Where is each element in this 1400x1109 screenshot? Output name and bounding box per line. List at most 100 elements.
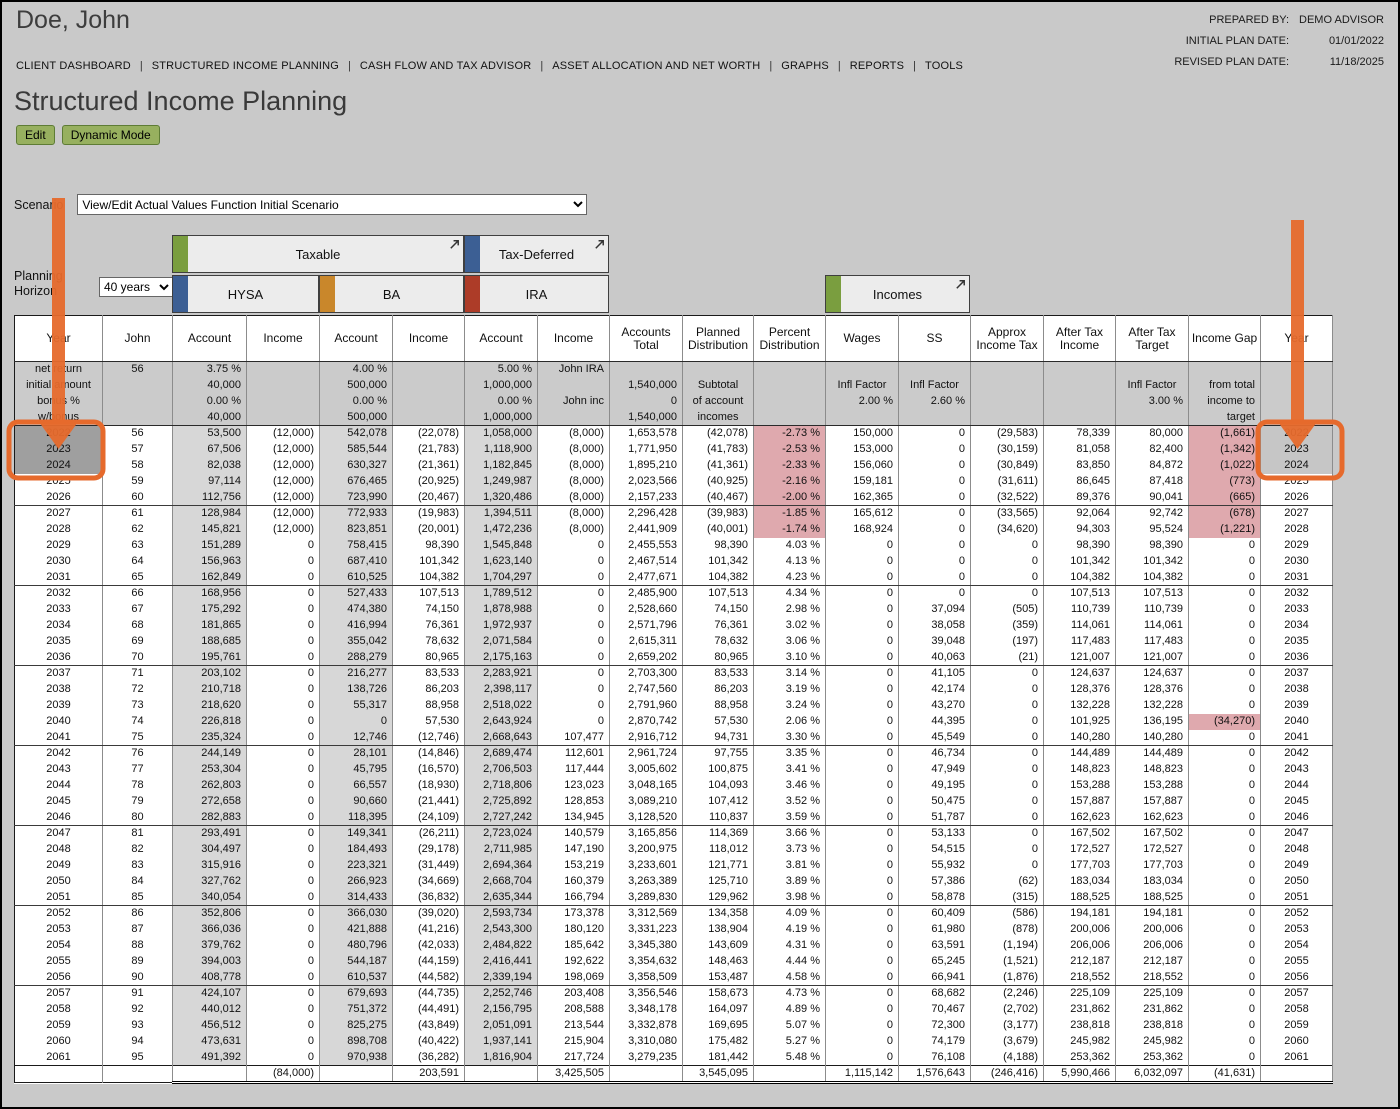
year-cell-right[interactable]: 2025 — [1260, 473, 1333, 490]
year-cell-left[interactable]: 2053 — [14, 921, 103, 938]
year-cell-left[interactable]: 2045 — [14, 793, 103, 810]
nav-item-client-dashboard[interactable]: CLIENT DASHBOARD — [16, 60, 131, 72]
assumption-cell — [102, 377, 173, 394]
year-cell-left[interactable]: 2049 — [14, 857, 103, 874]
year-cell-right[interactable]: 2028 — [1260, 521, 1333, 538]
year-cell-right[interactable]: 2041 — [1260, 729, 1333, 746]
year-cell-left[interactable]: 2029 — [14, 537, 103, 554]
year-cell-left[interactable]: 2051 — [14, 889, 103, 906]
year-cell-right[interactable]: 2031 — [1260, 569, 1333, 586]
year-cell-right[interactable]: 2058 — [1260, 1001, 1333, 1018]
year-cell-left[interactable]: 2037 — [14, 665, 103, 682]
year-cell-left[interactable]: 2056 — [14, 969, 103, 986]
year-cell-left[interactable]: 2061 — [14, 1049, 103, 1066]
data-cell: (41,361) — [682, 457, 754, 474]
year-cell-left[interactable]: 2030 — [14, 553, 103, 570]
year-cell-left[interactable]: 2055 — [14, 953, 103, 970]
year-cell-left[interactable]: 2059 — [14, 1017, 103, 1034]
year-cell-right[interactable]: 2052 — [1260, 905, 1333, 922]
nav-item-cash-flow-and-tax-advisor[interactable]: CASH FLOW AND TAX ADVISOR — [360, 60, 531, 72]
planning-horizon-select[interactable]: 40 years — [99, 277, 173, 297]
year-cell-right[interactable]: 2049 — [1260, 857, 1333, 874]
year-cell-left[interactable]: 2023 — [14, 441, 103, 458]
year-cell-left[interactable]: 2039 — [14, 697, 103, 714]
year-cell-right[interactable]: 2024 — [1260, 457, 1333, 474]
expand-icon[interactable] — [448, 238, 461, 251]
year-cell-left[interactable]: 2060 — [14, 1033, 103, 1050]
year-cell-right[interactable]: 2040 — [1260, 713, 1333, 730]
year-cell-right[interactable]: 2046 — [1260, 809, 1333, 826]
year-cell-left[interactable]: 2058 — [14, 1001, 103, 1018]
scenario-select[interactable]: View/Edit Actual Values Function Initial… — [77, 194, 588, 215]
year-cell-left[interactable]: 2057 — [14, 985, 103, 1002]
year-cell-right[interactable]: 2047 — [1260, 825, 1333, 842]
year-cell-right[interactable]: 2054 — [1260, 937, 1333, 954]
year-cell-left[interactable]: 2047 — [14, 825, 103, 842]
year-cell-right[interactable]: 2044 — [1260, 777, 1333, 794]
nav-item-structured-income-planning[interactable]: STRUCTURED INCOME PLANNING — [152, 60, 339, 72]
year-cell-right[interactable]: 2043 — [1260, 761, 1333, 778]
year-cell-left[interactable]: 2044 — [14, 777, 103, 794]
year-cell-left[interactable]: 2033 — [14, 601, 103, 618]
year-cell-left[interactable]: 2042 — [14, 745, 103, 762]
year-cell-left[interactable]: 2024 — [14, 457, 103, 474]
year-cell-left[interactable]: 2034 — [14, 617, 103, 634]
nav-item-asset-allocation-and-net-worth[interactable]: ASSET ALLOCATION AND NET WORTH — [552, 60, 760, 72]
year-cell-right[interactable]: 2048 — [1260, 841, 1333, 858]
year-cell-right[interactable]: 2056 — [1260, 969, 1333, 986]
nav-item-graphs[interactable]: GRAPHS — [781, 60, 829, 72]
year-cell-left[interactable]: 2026 — [14, 489, 103, 506]
year-cell-right[interactable]: 2055 — [1260, 953, 1333, 970]
year-cell-right[interactable]: 2033 — [1260, 601, 1333, 618]
data-cell: (2,246) — [970, 985, 1044, 1002]
year-cell-right[interactable]: 2026 — [1260, 489, 1333, 506]
year-cell-left[interactable]: 2022 — [14, 425, 103, 442]
year-cell-left[interactable]: 2027 — [14, 505, 103, 522]
year-cell-right[interactable]: 2038 — [1260, 681, 1333, 698]
year-cell-left[interactable]: 2043 — [14, 761, 103, 778]
year-cell-right[interactable]: 2022 — [1260, 425, 1333, 442]
year-cell-left[interactable]: 2025 — [14, 473, 103, 490]
year-cell-left[interactable]: 2052 — [14, 905, 103, 922]
age-cell: 83 — [102, 857, 173, 874]
year-cell-right[interactable]: 2053 — [1260, 921, 1333, 938]
data-cell: 0 — [898, 537, 971, 554]
edit-button[interactable]: Edit — [16, 125, 55, 145]
year-cell-right[interactable]: 2023 — [1260, 441, 1333, 458]
year-cell-left[interactable]: 2041 — [14, 729, 103, 746]
year-cell-right[interactable]: 2036 — [1260, 649, 1333, 666]
year-cell-right[interactable]: 2045 — [1260, 793, 1333, 810]
year-cell-right[interactable]: 2032 — [1260, 585, 1333, 602]
year-cell-right[interactable]: 2057 — [1260, 985, 1333, 1002]
year-cell-right[interactable]: 2035 — [1260, 633, 1333, 650]
year-cell-left[interactable]: 2046 — [14, 809, 103, 826]
year-cell-left[interactable]: 2028 — [14, 521, 103, 538]
year-cell-left[interactable]: 2036 — [14, 649, 103, 666]
year-cell-right[interactable]: 2061 — [1260, 1049, 1333, 1066]
year-cell-left[interactable]: 2032 — [14, 585, 103, 602]
year-cell-left[interactable]: 2048 — [14, 841, 103, 858]
year-cell-left[interactable]: 2050 — [14, 873, 103, 890]
year-cell-right[interactable]: 2030 — [1260, 553, 1333, 570]
year-cell-left[interactable]: 2038 — [14, 681, 103, 698]
year-cell-right[interactable]: 2060 — [1260, 1033, 1333, 1050]
expand-icon[interactable] — [954, 278, 967, 291]
year-cell-left[interactable]: 2035 — [14, 633, 103, 650]
year-cell-right[interactable]: 2034 — [1260, 617, 1333, 634]
expand-icon[interactable] — [593, 238, 606, 251]
nav-item-tools[interactable]: TOOLS — [925, 60, 963, 72]
year-cell-right[interactable]: 2029 — [1260, 537, 1333, 554]
year-cell-right[interactable]: 2039 — [1260, 697, 1333, 714]
year-cell-right[interactable]: 2051 — [1260, 889, 1333, 906]
year-cell-right[interactable]: 2042 — [1260, 745, 1333, 762]
year-cell-right[interactable]: 2050 — [1260, 873, 1333, 890]
dynamic-mode-button[interactable]: Dynamic Mode — [61, 125, 160, 145]
year-cell-right[interactable]: 2027 — [1260, 505, 1333, 522]
year-cell-right[interactable]: 2059 — [1260, 1017, 1333, 1034]
year-cell-left[interactable]: 2031 — [14, 569, 103, 586]
data-cell: 5.48 % — [753, 1049, 826, 1066]
year-cell-left[interactable]: 2054 — [14, 937, 103, 954]
year-cell-right[interactable]: 2037 — [1260, 665, 1333, 682]
nav-item-reports[interactable]: REPORTS — [850, 60, 904, 72]
year-cell-left[interactable]: 2040 — [14, 713, 103, 730]
